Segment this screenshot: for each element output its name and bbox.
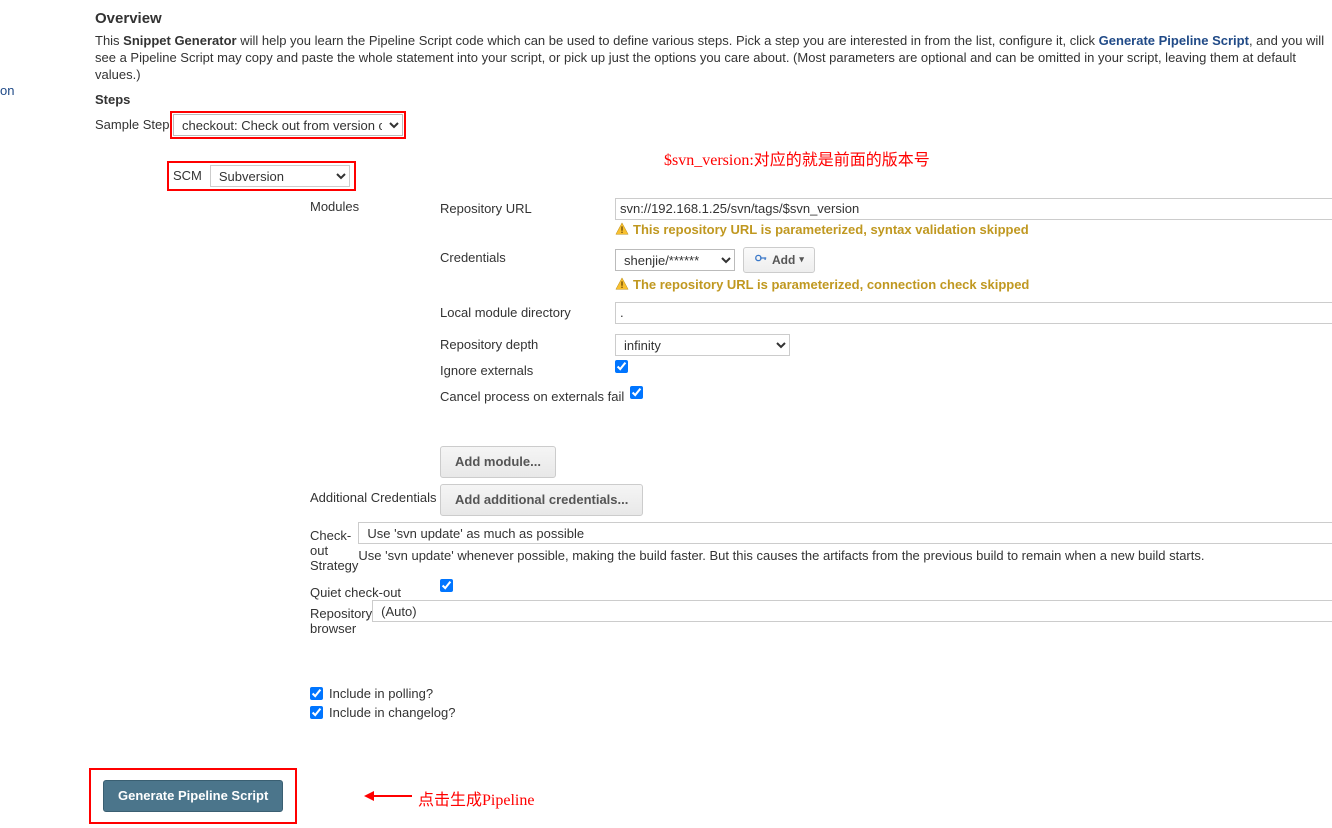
repository-depth-label: Repository depth: [440, 334, 615, 352]
ignore-externals-checkbox[interactable]: [615, 360, 628, 373]
scm-select[interactable]: Subversion: [210, 165, 350, 187]
local-module-dir-label: Local module directory: [440, 302, 615, 320]
quiet-checkout-checkbox[interactable]: [440, 579, 453, 592]
overview-heading: Overview: [95, 10, 1332, 27]
sample-step-select[interactable]: checkout: Check out from version control: [173, 114, 403, 136]
checkout-strategy-description: Use 'svn update' whenever possible, maki…: [358, 548, 1332, 563]
scm-highlight: SCM Subversion: [167, 161, 356, 191]
generate-annotation: 点击生成Pipeline: [418, 786, 534, 810]
sample-step-highlight: checkout: Check out from version control: [170, 111, 406, 139]
add-module-button[interactable]: Add module...: [440, 446, 556, 478]
local-module-dir-input[interactable]: [615, 302, 1332, 324]
include-changelog-checkbox[interactable]: [310, 706, 323, 719]
overview-description: This Snippet Generator will help you lea…: [95, 33, 1332, 84]
repository-url-label: Repository URL: [440, 198, 615, 216]
credentials-select[interactable]: shenjie/******: [615, 249, 735, 271]
repository-depth-select[interactable]: infinity: [615, 334, 790, 356]
repository-url-input[interactable]: [615, 198, 1332, 220]
svn-version-annotation: $svn_version:对应的就是前面的版本号: [664, 146, 930, 170]
scm-label: SCM: [173, 168, 202, 183]
add-credentials-button[interactable]: Add ▾: [743, 247, 815, 273]
cancel-externals-label: Cancel process on externals fail: [440, 386, 630, 404]
key-icon: [754, 251, 768, 268]
arrow-left-icon: [364, 787, 412, 808]
modules-label: Modules: [310, 193, 435, 214]
checkout-strategy-select[interactable]: Use 'svn update' as much as possible: [358, 522, 1332, 544]
ignore-externals-label: Ignore externals: [440, 360, 615, 378]
repository-browser-label: Repository browser: [310, 600, 372, 636]
leftnav-fragment: on: [0, 83, 14, 98]
warning-icon: [615, 277, 629, 291]
include-polling-label: Include in polling?: [329, 686, 433, 701]
generate-highlight: Generate Pipeline Script: [89, 768, 297, 824]
add-additional-credentials-button[interactable]: Add additional credentials...: [440, 484, 643, 516]
include-changelog-label: Include in changelog?: [329, 705, 456, 720]
checkout-strategy-label: Check-out Strategy: [310, 522, 358, 573]
repository-browser-select[interactable]: (Auto): [372, 600, 1332, 622]
repo-url-warning: This repository URL is parameterized, sy…: [633, 222, 1029, 237]
steps-heading: Steps: [95, 92, 1332, 107]
credentials-label: Credentials: [440, 247, 615, 265]
credentials-warning: The repository URL is parameterized, con…: [633, 277, 1029, 292]
quiet-checkout-label: Quiet check-out: [310, 579, 440, 600]
cancel-externals-checkbox[interactable]: [630, 386, 643, 399]
generate-pipeline-script-button[interactable]: Generate Pipeline Script: [103, 780, 283, 812]
sample-step-label: Sample Step: [95, 111, 170, 132]
caret-down-icon: ▾: [799, 254, 804, 265]
warning-icon: [615, 222, 629, 236]
include-polling-checkbox[interactable]: [310, 687, 323, 700]
additional-credentials-label: Additional Credentials: [310, 484, 440, 505]
